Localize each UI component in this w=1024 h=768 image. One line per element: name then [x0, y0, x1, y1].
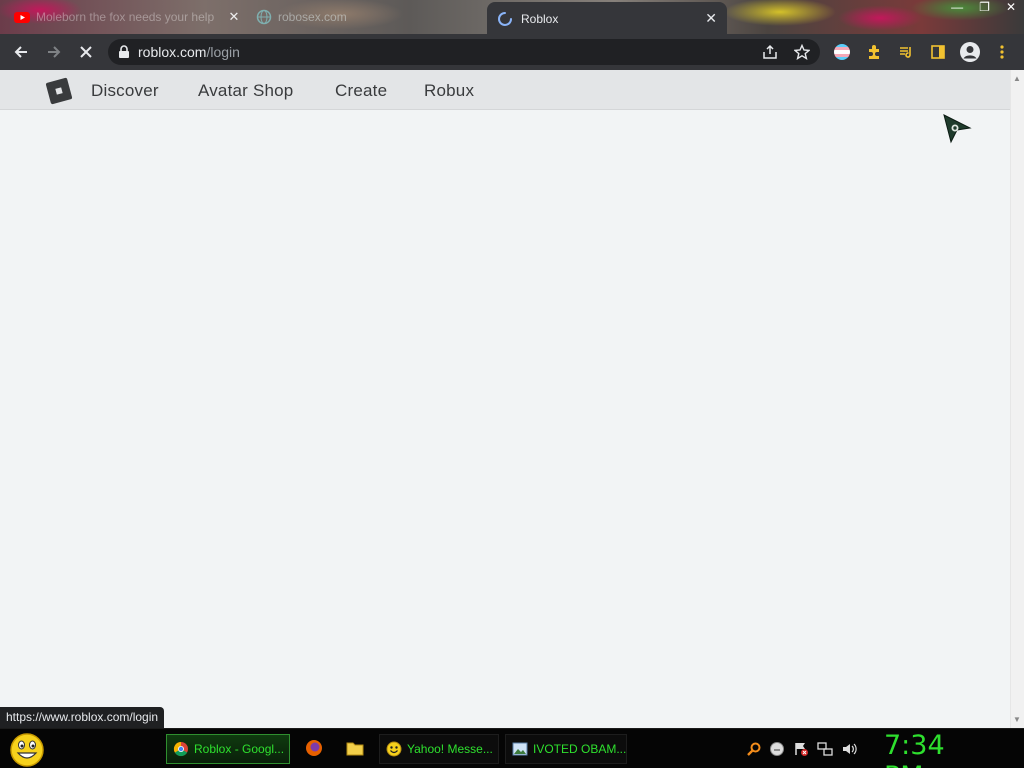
- chrome-icon: [173, 741, 188, 757]
- trans-flag-extension-icon: [834, 44, 850, 60]
- url-host: roblox.com: [138, 44, 207, 60]
- url-text: roblox.com/login: [138, 44, 240, 60]
- tab-title: Moleborn the fox needs your help: [36, 10, 215, 24]
- url-path: /login: [206, 44, 240, 60]
- tab-close-button[interactable]: ✕: [705, 10, 717, 27]
- browser-tab-strip: Moleborn the fox needs your help ✕ robos…: [0, 0, 1024, 35]
- messenger-icon: [770, 742, 784, 756]
- yahoo-messenger-icon: [386, 741, 402, 757]
- site-header: Discover Avatar Shop Create Robux: [0, 70, 1010, 110]
- forward-button[interactable]: [40, 34, 68, 70]
- close-icon[interactable]: ✕: [1006, 0, 1016, 18]
- address-bar[interactable]: roblox.com/login: [108, 39, 820, 65]
- minimize-icon[interactable]: —: [951, 0, 963, 18]
- browser-toolbar: roblox.com/login: [0, 34, 1024, 70]
- tab-title: robosex.com: [278, 10, 347, 24]
- window-controls: — ❐ ✕: [951, 0, 1016, 18]
- side-panel-button[interactable]: [924, 34, 952, 70]
- arrow-right-icon: [48, 46, 61, 58]
- avatar-icon: [960, 42, 980, 62]
- tab-title: Roblox: [521, 11, 559, 26]
- image-viewer-icon: [512, 742, 528, 756]
- share-icon: [763, 44, 777, 59]
- side-panel-icon: [931, 45, 945, 59]
- profile-button[interactable]: [956, 34, 984, 70]
- tray-network[interactable]: [815, 739, 835, 759]
- page-scrollbar[interactable]: ▲ ▼: [1010, 70, 1024, 728]
- roblox-logo-icon[interactable]: [45, 77, 73, 105]
- arrow-left-icon: [14, 46, 27, 58]
- extensions-button[interactable]: [860, 34, 888, 70]
- nav-robux[interactable]: Robux: [424, 81, 474, 101]
- task-label: Yahoo! Messe...: [407, 742, 493, 756]
- loading-spinner-icon: [498, 11, 512, 26]
- taskbar-chrome-window[interactable]: Roblox - Googl...: [166, 734, 290, 764]
- extension-pride-button[interactable]: [828, 34, 856, 70]
- flag-icon: [795, 743, 808, 756]
- smiley-start-icon: [10, 733, 44, 767]
- star-icon: [794, 44, 810, 60]
- folder-icon: [346, 742, 364, 756]
- scroll-down-icon[interactable]: ▼: [1013, 715, 1021, 724]
- start-button[interactable]: [8, 731, 46, 767]
- kebab-menu-icon: [1000, 45, 1004, 59]
- task-label: IVOTED OBAM...: [533, 742, 627, 756]
- link-status-bubble: https://www.roblox.com/login: [0, 707, 165, 728]
- firefox-icon: [306, 740, 322, 756]
- share-button[interactable]: [756, 34, 784, 70]
- scroll-up-icon[interactable]: ▲: [1013, 74, 1021, 83]
- mouse-cursor-icon: [943, 114, 973, 149]
- tab-roblox[interactable]: Roblox ✕: [487, 2, 727, 35]
- youtube-icon: [14, 12, 30, 23]
- tab-close-button[interactable]: ✕: [226, 9, 242, 25]
- nav-create[interactable]: Create: [335, 81, 387, 101]
- search-icon: [747, 742, 761, 756]
- quicklaunch-folder[interactable]: [344, 737, 366, 759]
- tray-action-center[interactable]: [791, 739, 811, 759]
- media-controls-button[interactable]: [892, 34, 920, 70]
- taskbar-image-viewer[interactable]: IVOTED OBAM...: [505, 734, 627, 764]
- back-button[interactable]: [7, 34, 35, 70]
- taskbar-yahoo-messenger[interactable]: Yahoo! Messe...: [379, 734, 499, 764]
- globe-icon: [256, 9, 272, 25]
- tray-search[interactable]: [744, 739, 764, 759]
- nav-avatar-shop[interactable]: Avatar Shop: [198, 81, 293, 101]
- puzzle-icon: [869, 45, 879, 59]
- bookmark-button[interactable]: [788, 34, 816, 70]
- tray-messenger[interactable]: [767, 739, 787, 759]
- lock-icon: [119, 45, 129, 58]
- stop-loading-button[interactable]: [72, 34, 100, 70]
- tab-youtube[interactable]: Moleborn the fox needs your help ✕: [14, 4, 242, 30]
- music-queue-icon: [900, 47, 911, 58]
- volume-icon: [843, 743, 857, 755]
- tray-volume[interactable]: [839, 739, 859, 759]
- task-label: Roblox - Googl...: [194, 742, 285, 756]
- network-icon: [817, 742, 833, 756]
- tab-robosex[interactable]: robosex.com: [256, 4, 476, 30]
- taskbar-clock[interactable]: 7:34 PM: [884, 730, 990, 768]
- nav-discover[interactable]: Discover: [91, 81, 159, 101]
- quicklaunch-firefox[interactable]: [303, 737, 325, 759]
- browser-menu-button[interactable]: [988, 34, 1016, 70]
- page-viewport: Discover Avatar Shop Create Robux: [0, 70, 1010, 728]
- close-icon: [80, 46, 92, 58]
- taskbar: Roblox - Googl... Yahoo! Messe... IVOTED…: [0, 728, 1024, 768]
- restore-icon[interactable]: ❐: [979, 0, 990, 18]
